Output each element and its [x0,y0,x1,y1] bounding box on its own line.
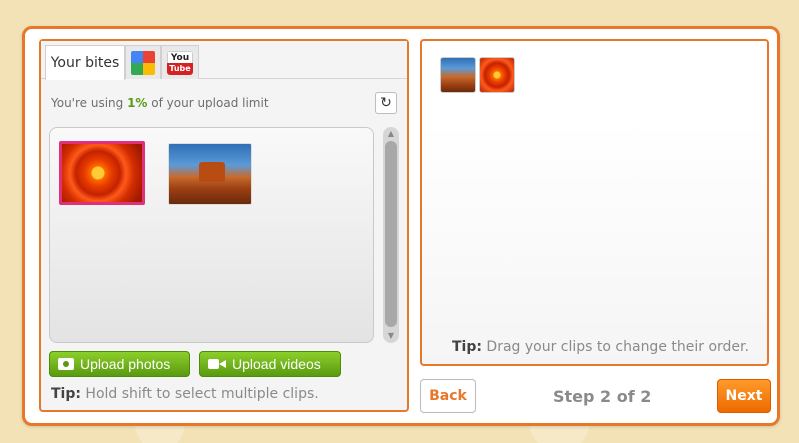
clip-thumbnail-desert[interactable] [168,143,252,205]
tab-youtube[interactable]: You Tube [161,45,199,79]
clip-library-panel: Your bites You Tube You're using 1% of y… [39,39,409,412]
step-indicator: Step 2 of 2 [553,387,652,406]
refresh-icon: ↻ [380,95,392,111]
camera-icon [58,358,74,370]
timeline-clip-flower[interactable] [479,57,515,93]
upload-usage-text: You're using 1% of your upload limit [51,96,269,110]
source-tabs: Your bites You Tube [41,41,407,80]
next-button[interactable]: Next [717,379,771,413]
desert-mesa [199,162,225,182]
builder-panel: Your bites You Tube You're using 1% of y… [22,26,780,426]
order-tip: Tip: Drag your clips to change their ord… [452,339,749,355]
scrollbar-thumb[interactable] [385,141,397,327]
video-camera-icon [208,358,226,370]
scroll-up-arrow-icon[interactable]: ▲ [386,129,396,139]
upload-videos-button[interactable]: Upload videos [199,351,341,377]
tab-google[interactable] [125,45,161,79]
clip-grid-scrollbar[interactable]: ▲ ▼ [383,127,399,343]
back-button[interactable]: Back [420,379,476,413]
google-icon [131,50,155,75]
youtube-icon: You Tube [167,50,193,75]
clip-grid [49,127,374,343]
tab-your-bites[interactable]: Your bites [45,45,125,80]
selection-tip: Tip: Hold shift to select multiple clips… [51,386,319,402]
upload-photos-button[interactable]: Upload photos [49,351,190,377]
usage-percent: 1% [127,96,148,110]
clip-thumbnail-flower[interactable] [59,141,145,205]
timeline-panel: Tip: Drag your clips to change their ord… [420,39,769,366]
timeline-clip-desert[interactable] [440,57,476,93]
tab-your-bites-label: Your bites [50,55,120,71]
refresh-button[interactable]: ↻ [375,92,397,114]
scroll-down-arrow-icon[interactable]: ▼ [386,331,396,341]
